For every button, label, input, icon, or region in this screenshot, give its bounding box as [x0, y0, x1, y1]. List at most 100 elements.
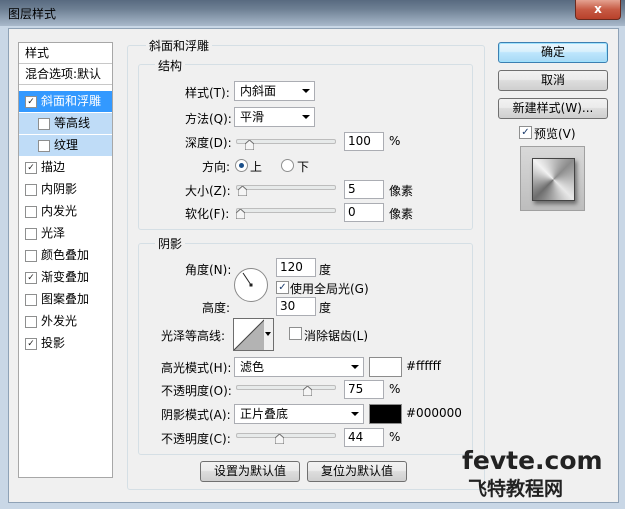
soften-slider[interactable] [236, 208, 336, 213]
preview-swatch [532, 158, 575, 201]
style-item-label: 斜面和浮雕 [41, 94, 102, 108]
gloss-contour-label: 光泽等高线: [161, 329, 226, 343]
style-item-gradient-overlay[interactable]: ✓ 渐变叠加 [19, 267, 112, 288]
size-slider[interactable] [236, 185, 336, 190]
gloss-contour-preview[interactable] [233, 318, 266, 351]
highlight-mode-dropdown[interactable]: 滤色 [234, 357, 364, 377]
checkbox-icon[interactable] [25, 316, 37, 328]
soften-input[interactable]: 0 [344, 203, 384, 222]
size-label: 大小(Z): [185, 184, 231, 198]
style-value: 内斜面 [240, 84, 277, 98]
chevron-down-icon [302, 89, 310, 93]
structure-title: 结构 [155, 57, 186, 74]
style-item-contour[interactable]: 等高线 [19, 113, 112, 134]
style-label: 样式(T): [185, 86, 230, 100]
style-item-texture[interactable]: 纹理 [19, 135, 112, 156]
highlight-color-swatch[interactable] [369, 357, 402, 377]
antialias-label: 消除锯齿(L) [304, 329, 369, 343]
title-bar[interactable]: 图层样式 x [0, 0, 625, 26]
style-item-inner-glow[interactable]: 内发光 [19, 201, 112, 222]
reset-default-button[interactable]: 复位为默认值 [307, 461, 407, 482]
style-dropdown[interactable]: 内斜面 [234, 81, 315, 101]
style-item-label: 内发光 [41, 204, 78, 218]
checkbox-icon[interactable] [25, 184, 37, 196]
shadow-mode-dropdown[interactable]: 正片叠底 [234, 404, 364, 424]
style-item-label: 投影 [41, 336, 66, 350]
shadow-opacity-label: 不透明度(C): [161, 432, 231, 446]
shadow-mode-value: 正片叠底 [240, 407, 289, 421]
shadow-opacity-slider[interactable] [236, 433, 336, 438]
checkbox-icon[interactable]: ✓ [25, 338, 37, 350]
altitude-label: 高度: [202, 301, 231, 315]
technique-dropdown[interactable]: 平滑 [234, 107, 315, 127]
direction-up-radio[interactable] [235, 159, 248, 172]
chevron-down-icon [351, 412, 359, 416]
angle-input[interactable]: 120 [276, 258, 316, 277]
style-item-outer-glow[interactable]: 外发光 [19, 311, 112, 332]
style-item-bevel[interactable]: ✓ 斜面和浮雕 [19, 91, 112, 112]
watermark-domain: fevte.com [462, 446, 603, 475]
style-item-inner-shadow[interactable]: 内阴影 [19, 179, 112, 200]
checkbox-icon[interactable]: ✓ [25, 162, 37, 174]
gloss-contour-dropdown[interactable] [264, 318, 274, 351]
altitude-unit: 度 [319, 301, 332, 315]
depth-label: 深度(D): [185, 136, 232, 150]
style-item-stroke[interactable]: ✓ 描边 [19, 157, 112, 178]
size-unit: 像素 [389, 184, 414, 198]
preview-checkbox[interactable]: ✓ [519, 126, 532, 139]
window-title: 图层样式 [8, 7, 57, 21]
ok-button[interactable]: 确定 [498, 42, 608, 63]
style-item-label: 纹理 [54, 138, 79, 152]
cancel-button[interactable]: 取消 [498, 70, 608, 91]
antialias-checkbox[interactable] [289, 327, 302, 340]
technique-label: 方法(Q): [185, 112, 232, 126]
checkbox-icon[interactable] [38, 140, 50, 152]
checkbox-icon[interactable] [25, 250, 37, 262]
highlight-opacity-slider[interactable] [236, 385, 336, 390]
style-item-color-overlay[interactable]: 颜色叠加 [19, 245, 112, 266]
checkbox-icon[interactable] [25, 294, 37, 306]
depth-unit: % [389, 134, 401, 148]
angle-unit: 度 [319, 263, 332, 277]
style-item-drop-shadow[interactable]: ✓ 投影 [19, 333, 112, 354]
checkbox-icon[interactable] [38, 118, 50, 130]
size-input[interactable]: 5 [344, 180, 384, 199]
highlight-opacity-thumb[interactable] [302, 386, 312, 396]
shadow-opacity-unit: % [389, 430, 401, 444]
altitude-input[interactable]: 30 [276, 297, 316, 316]
shadow-color-hex: #000000 [406, 406, 462, 420]
watermark-site-name: 飞特教程网 [468, 478, 564, 500]
direction-up-label: 上 [250, 160, 263, 174]
highlight-opacity-input[interactable]: 75 [344, 380, 384, 399]
close-button[interactable]: x [575, 0, 621, 20]
highlight-mode-value: 滤色 [240, 360, 265, 374]
direction-label: 方向: [202, 160, 231, 174]
soften-slider-thumb[interactable] [236, 209, 245, 219]
global-light-checkbox[interactable]: ✓ [276, 281, 289, 294]
blend-options-item[interactable]: 混合选项:默认 [19, 64, 112, 85]
checkbox-icon[interactable] [25, 206, 37, 218]
bevel-emboss-title: 斜面和浮雕 [146, 37, 213, 54]
direction-down-radio[interactable] [281, 159, 294, 172]
checkbox-icon[interactable] [25, 228, 37, 240]
style-item-satin[interactable]: 光泽 [19, 223, 112, 244]
shadow-opacity-thumb[interactable] [275, 434, 285, 444]
shadow-mode-label: 阴影模式(A): [161, 408, 231, 422]
style-item-label: 内阴影 [41, 182, 78, 196]
depth-slider-thumb[interactable] [244, 140, 254, 150]
depth-input[interactable]: 100 [344, 132, 384, 151]
shadow-opacity-input[interactable]: 44 [344, 428, 384, 447]
size-slider-thumb[interactable] [237, 186, 247, 196]
style-item-label: 外发光 [41, 314, 78, 328]
styles-header[interactable]: 样式 [19, 43, 112, 64]
style-item-label: 等高线 [54, 116, 91, 130]
chevron-down-icon [351, 365, 359, 369]
make-default-button[interactable]: 设置为默认值 [200, 461, 300, 482]
preview-label: 预览(V) [534, 127, 576, 141]
shadow-color-swatch[interactable] [369, 404, 402, 424]
new-style-button[interactable]: 新建样式(W)... [498, 98, 608, 119]
angle-dial[interactable] [233, 267, 269, 303]
checkbox-icon[interactable]: ✓ [25, 96, 37, 108]
style-item-pattern-overlay[interactable]: 图案叠加 [19, 289, 112, 310]
checkbox-icon[interactable]: ✓ [25, 272, 37, 284]
